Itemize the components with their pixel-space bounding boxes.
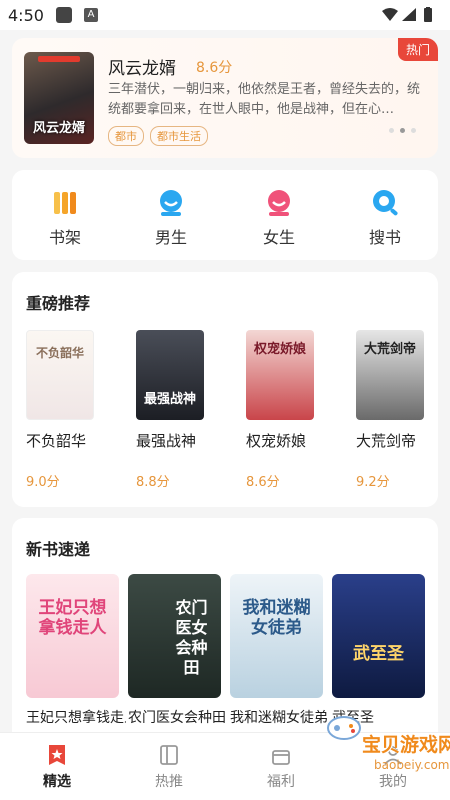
app-notification-icon: A — [84, 8, 98, 22]
book-item[interactable]: 我和迷糊女徒弟 我和迷糊女徒弟 — [230, 574, 328, 742]
featured-book-card[interactable]: 风云龙婿 热门 风云龙婿 8.6分 三年潜伏，一朝归来，他依然是王者，曾经失去的… — [12, 38, 438, 158]
featured-book-description: 三年潜伏，一朝归来，他依然是王者，曾经失去的，统统都要拿回来，在世人眼中，他是战… — [108, 82, 421, 117]
hot-badge: 热门 — [397, 38, 438, 61]
quick-nav: 书架 男生 女生 搜书 — [12, 170, 438, 260]
featured-book-tags: 都市 都市生活 — [108, 126, 208, 146]
book-item[interactable]: 不负韶华 不负韶华 9.0分 — [26, 330, 106, 490]
tag[interactable]: 都市生活 — [150, 126, 208, 146]
book-score: 9.0分 — [26, 475, 60, 490]
gift-icon — [272, 750, 290, 765]
book-cover[interactable]: 最强战神 — [136, 330, 204, 420]
nav-label: 书架 — [48, 228, 81, 247]
book-title[interactable]: 权宠娇娘 — [246, 430, 326, 451]
tab-hot[interactable]: 热推 — [134, 743, 204, 791]
nav-male[interactable]: 男生 — [136, 188, 206, 248]
book-cover[interactable]: 农门医女会种田 — [128, 574, 221, 698]
featured-icon — [49, 745, 65, 765]
tag[interactable]: 都市 — [108, 126, 144, 146]
notification-icon — [56, 7, 72, 23]
hot-book-icon — [160, 745, 178, 765]
nav-label: 男生 — [154, 228, 187, 247]
book-item[interactable]: 最强战神 最强战神 8.8分 — [136, 330, 216, 490]
status-bar: 4:50 A — [0, 0, 450, 30]
book-item[interactable]: 大荒剑帝 大荒剑帝 9.2分 — [356, 330, 436, 490]
featured-book-score: 8.6分 — [196, 60, 233, 76]
gamepad-icon — [327, 716, 361, 740]
nav-female[interactable]: 女生 — [244, 188, 314, 248]
signal-icon — [402, 8, 416, 21]
featured-book-cover[interactable]: 风云龙婿 — [24, 52, 94, 144]
search-icon — [373, 190, 398, 216]
featured-book-title[interactable]: 风云龙婿 — [108, 54, 176, 79]
book-score: 9.2分 — [356, 475, 390, 490]
book-cover[interactable]: 我和迷糊女徒弟 — [230, 574, 323, 698]
nav-label: 女生 — [262, 228, 295, 247]
watermark-text: 宝贝游戏网 — [362, 734, 450, 756]
book-title[interactable]: 最强战神 — [136, 430, 216, 451]
book-score: 8.6分 — [246, 475, 280, 490]
tab-welfare[interactable]: 福利 — [246, 743, 316, 791]
book-cover[interactable]: 权宠娇娘 — [246, 330, 314, 420]
book-cover[interactable]: 不负韶华 — [26, 330, 94, 420]
section-title: 重磅推荐 — [26, 294, 91, 313]
status-time: 4:50 — [8, 6, 44, 25]
recommend-section: 重磅推荐 不负韶华 不负韶华 9.0分 最强战神 最强战神 8.8分 权宠娇娘 … — [12, 272, 438, 507]
book-cover[interactable]: 武至圣 — [332, 574, 425, 698]
nav-search[interactable]: 搜书 — [350, 188, 420, 248]
tab-label: 热推 — [155, 774, 183, 790]
bookshelf-icon — [54, 192, 76, 214]
carousel-indicator — [389, 128, 416, 133]
male-user-icon — [160, 190, 182, 216]
watermark: 宝贝游戏网 baobeiy.com — [318, 700, 450, 782]
book-item[interactable]: 权宠娇娘 权宠娇娘 8.6分 — [246, 330, 326, 490]
book-score: 8.8分 — [136, 475, 170, 490]
female-user-icon — [268, 190, 290, 216]
carousel-dot — [411, 128, 416, 133]
section-title: 新书速递 — [26, 540, 91, 559]
nav-bookshelf[interactable]: 书架 — [30, 188, 100, 248]
book-cover[interactable]: 大荒剑帝 — [356, 330, 424, 420]
battery-icon — [424, 7, 432, 22]
book-item[interactable]: 农门医女会种田 农门医女会种田 — [128, 574, 226, 742]
book-title[interactable]: 大荒剑帝 — [356, 430, 436, 451]
book-title[interactable]: 不负韶华 — [26, 430, 106, 451]
carousel-dot-active — [400, 128, 405, 133]
book-cover[interactable]: 王妃只想拿钱走人 — [26, 574, 119, 698]
tab-featured[interactable]: 精选 — [22, 743, 92, 791]
status-icons — [380, 7, 440, 27]
carousel-dot — [389, 128, 394, 133]
book-item[interactable]: 王妃只想拿钱走人 王妃只想拿钱走人 — [26, 574, 126, 742]
tab-label: 精选 — [43, 774, 71, 790]
wifi-icon — [382, 8, 398, 21]
nav-label: 搜书 — [368, 228, 401, 247]
tab-label: 福利 — [267, 774, 295, 790]
watermark-url: baobeiy.com — [374, 758, 450, 772]
